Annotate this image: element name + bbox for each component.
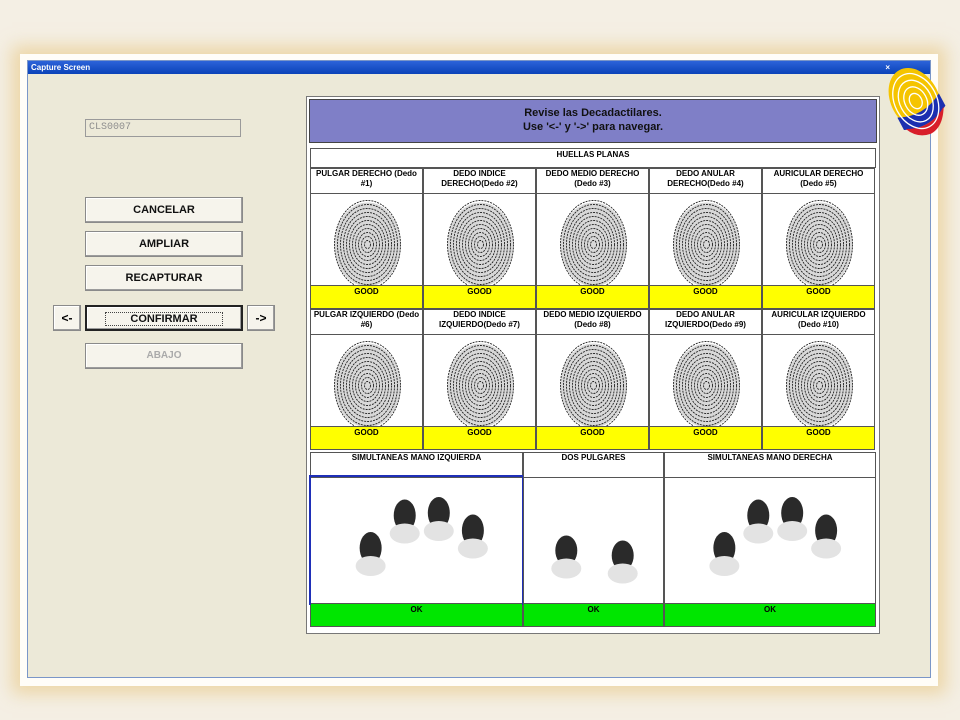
finger-cell-7-status: GOOD bbox=[424, 426, 535, 449]
confirm-button[interactable]: CONFIRMAR bbox=[85, 305, 243, 331]
finger-cell-5-status: GOOD bbox=[763, 285, 874, 308]
finger-cell-10-image bbox=[763, 334, 874, 428]
finger-cell-2-image bbox=[424, 193, 535, 287]
finger-cell-6-status: GOOD bbox=[311, 426, 422, 449]
finger-cell-10-status: GOOD bbox=[763, 426, 874, 449]
finger-cell-6[interactable]: PULGAR IZQUIERDO (Dedo #6) GOOD bbox=[310, 309, 423, 450]
finger-cell-1-label: PULGAR DERECHO (Dedo #1) bbox=[316, 169, 417, 188]
finger-cell-5-label: AURICULAR DERECHO (Dedo #5) bbox=[773, 169, 864, 188]
prev-button[interactable]: <- bbox=[53, 305, 81, 331]
finger-cell-3-image bbox=[537, 193, 648, 287]
finger-cell-5[interactable]: AURICULAR DERECHO (Dedo #5) GOOD bbox=[762, 168, 875, 309]
fingerprint-icon bbox=[447, 200, 514, 287]
finger-cell-4[interactable]: DEDO ANULAR DERECHO(Dedo #4) GOOD bbox=[649, 168, 762, 309]
slap-cell-2[interactable]: DOS PULGARES OK bbox=[523, 452, 664, 627]
finger-cell-1[interactable]: PULGAR DERECHO (Dedo #1) GOOD bbox=[310, 168, 423, 309]
slap-cell-1[interactable]: SIMULTANEAS MANO IZQUIERDA OK bbox=[309, 452, 524, 627]
slap-cell-1-label: SIMULTANEAS MANO IZQUIERDA bbox=[351, 453, 482, 462]
finger-cell-8[interactable]: DEDO MEDIO IZQUIERDO (Dedo #8) GOOD bbox=[536, 309, 649, 450]
finger-cell-8-image bbox=[537, 334, 648, 428]
header-line-1: Revise las Decadactilares. bbox=[524, 107, 662, 119]
slap-print-icon bbox=[355, 497, 488, 576]
finger-cell-2[interactable]: DEDO INDICE DERECHO(Dedo #2) GOOD bbox=[423, 168, 536, 309]
capture-window: Capture Screen × CLS0007 CANCELAR AMPLIA… bbox=[27, 60, 931, 678]
slap-cell-3-status: OK bbox=[665, 603, 875, 626]
cancel-button[interactable]: CANCELAR bbox=[85, 197, 243, 223]
fingerprint-icon bbox=[673, 341, 740, 428]
fingerprint-icon bbox=[334, 341, 401, 428]
finger-cell-10[interactable]: AURICULAR IZQUIERDO (Dedo #10) GOOD bbox=[762, 309, 875, 450]
down-button[interactable]: ABAJO bbox=[85, 343, 243, 369]
slap-cell-3-label: SIMULTANEAS MANO DERECHA bbox=[707, 453, 833, 462]
finger-cell-8-label: DEDO MEDIO IZQUIERDO (Dedo #8) bbox=[543, 310, 642, 329]
zoom-button[interactable]: AMPLIAR bbox=[85, 231, 243, 257]
finger-cell-7-label: DEDO INDICE IZQUIERDO(Dedo #7) bbox=[439, 310, 520, 329]
fingerprint-icon bbox=[334, 200, 401, 287]
header-line-2: Use '<-' y '->' para navegar. bbox=[522, 121, 664, 133]
finger-cell-7[interactable]: DEDO INDICE IZQUIERDO(Dedo #7) GOOD bbox=[423, 309, 536, 450]
slap-cell-3-image bbox=[665, 477, 875, 603]
finger-cell-3[interactable]: DEDO MEDIO DERECHO (Dedo #3) GOOD bbox=[536, 168, 649, 309]
finger-cell-3-status: GOOD bbox=[537, 285, 648, 308]
fingerprint-icon bbox=[560, 341, 627, 428]
fingerprint-icon bbox=[560, 200, 627, 287]
finger-cell-2-status: GOOD bbox=[424, 285, 535, 308]
finger-cell-1-status: GOOD bbox=[311, 285, 422, 308]
slap-cell-2-status: OK bbox=[524, 603, 663, 626]
finger-cell-9-label: DEDO ANULAR IZQUIERDO(Dedo #9) bbox=[665, 310, 746, 329]
finger-cell-4-label: DEDO ANULAR DERECHO(Dedo #4) bbox=[667, 169, 744, 188]
slap-cell-2-image bbox=[524, 477, 663, 603]
finger-cell-7-image bbox=[424, 334, 535, 428]
finger-cell-1-image bbox=[311, 193, 422, 287]
slap-cell-2-label: DOS PULGARES bbox=[561, 453, 626, 462]
instructions-header: Revise las Decadactilares. Use '<-' y '-… bbox=[309, 99, 877, 143]
finger-cell-6-label: PULGAR IZQUIERDO (Dedo #6) bbox=[313, 310, 420, 329]
finger-cell-10-label: AURICULAR IZQUIERDO (Dedo #10) bbox=[771, 310, 866, 329]
fingerprint-icon bbox=[447, 341, 514, 428]
confirm-label: CONFIRMAR bbox=[105, 312, 223, 326]
fingerprint-icon bbox=[673, 200, 740, 287]
slap-print-icon bbox=[551, 535, 638, 584]
finger-cell-4-status: GOOD bbox=[650, 285, 761, 308]
next-button[interactable]: -> bbox=[247, 305, 275, 331]
finger-cell-6-image bbox=[311, 334, 422, 428]
finger-cell-3-label: DEDO MEDIO DERECHO (Dedo #3) bbox=[545, 169, 640, 188]
finger-cell-9-status: GOOD bbox=[650, 426, 761, 449]
fingerprint-icon bbox=[786, 200, 853, 287]
recapture-button[interactable]: RECAPTURAR bbox=[85, 265, 243, 291]
finger-cell-4-image bbox=[650, 193, 761, 287]
finger-cell-9-image bbox=[650, 334, 761, 428]
slap-cell-1-status: OK bbox=[311, 603, 522, 626]
review-panel: Revise las Decadactilares. Use '<-' y '-… bbox=[306, 96, 880, 634]
finger-cell-8-status: GOOD bbox=[537, 426, 648, 449]
colombia-fingerprint-logo bbox=[888, 68, 946, 136]
fingerprint-icon bbox=[786, 341, 853, 428]
slap-print-icon bbox=[709, 497, 842, 576]
slap-cell-3[interactable]: SIMULTANEAS MANO DERECHA OK bbox=[664, 452, 876, 627]
window-titlebar: Capture Screen × bbox=[28, 61, 930, 74]
section-title: HUELLAS PLANAS bbox=[310, 148, 876, 168]
finger-cell-2-label: DEDO INDICE DERECHO(Dedo #2) bbox=[441, 169, 518, 188]
slap-cell-1-image bbox=[309, 475, 524, 605]
record-id-field: CLS0007 bbox=[85, 119, 241, 137]
finger-cell-9[interactable]: DEDO ANULAR IZQUIERDO(Dedo #9) GOOD bbox=[649, 309, 762, 450]
window-title: Capture Screen bbox=[31, 63, 91, 72]
finger-cell-5-image bbox=[763, 193, 874, 287]
